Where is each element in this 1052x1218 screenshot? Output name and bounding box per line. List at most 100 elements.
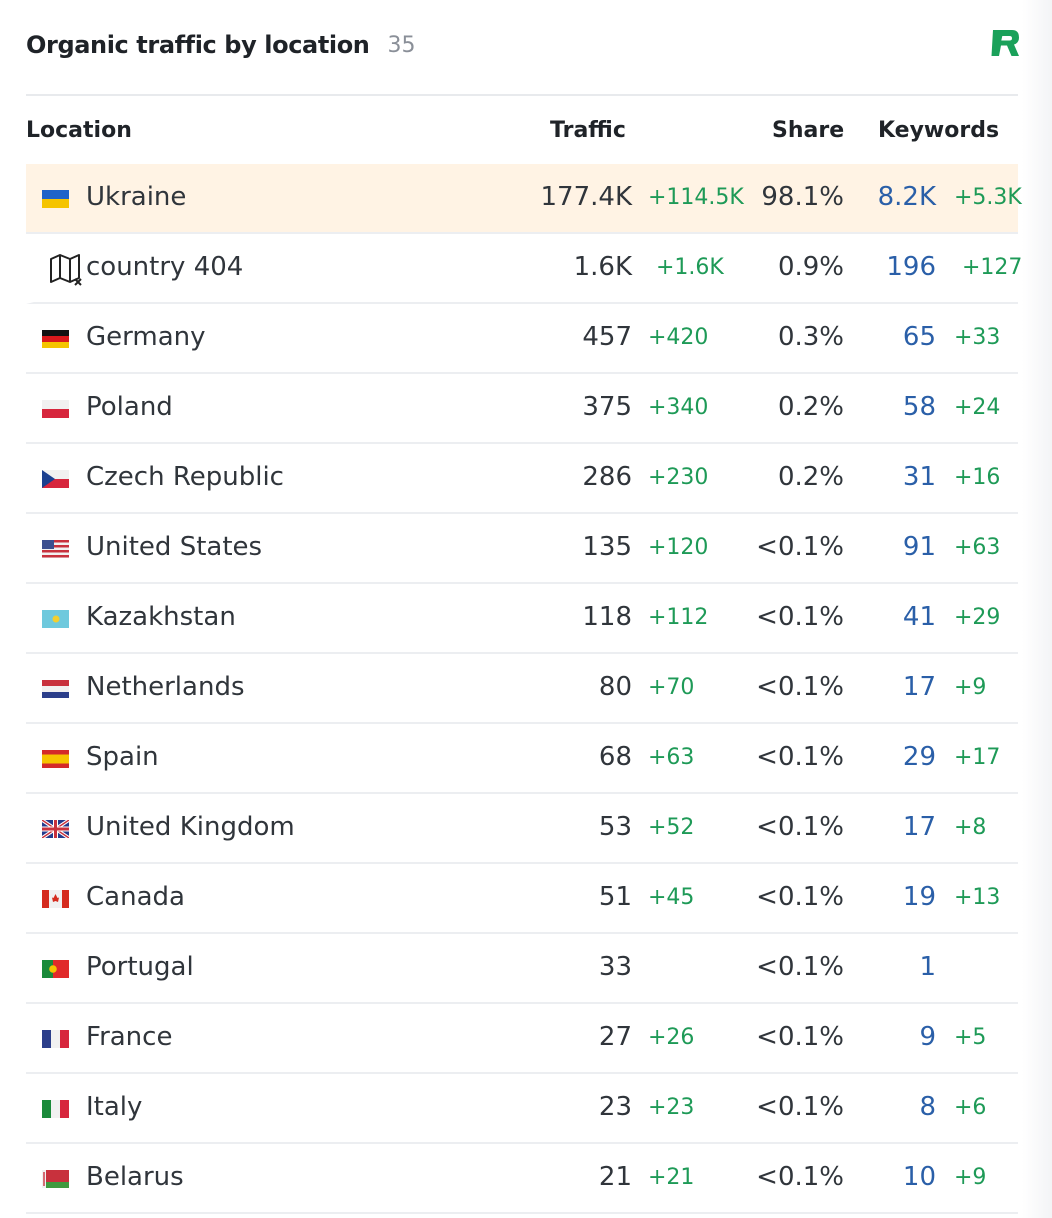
traffic-delta: +23 <box>648 1095 695 1120</box>
location-count: 35 <box>387 32 416 58</box>
by-flag-icon <box>42 1170 69 1188</box>
country-name[interactable]: France <box>86 1022 172 1052</box>
country-name[interactable]: United Kingdom <box>86 812 295 842</box>
country-name[interactable]: Italy <box>86 1092 142 1122</box>
header-divider <box>26 94 1018 96</box>
table-row[interactable]: country 404 1.6K +1.6K 0.9% 196 +127 <box>26 234 1022 304</box>
table-row[interactable]: Netherlands 80 +70 <0.1% 17 +9 <box>26 654 1018 724</box>
country-name[interactable]: Ukraine <box>86 182 186 212</box>
traffic-value: 80 <box>598 672 632 702</box>
keywords-value[interactable]: 29 <box>903 742 936 772</box>
traffic-value: 118 <box>582 602 632 632</box>
table-row[interactable]: Italy 23 +23 <0.1% 8 +6 <box>26 1074 1018 1144</box>
keywords-delta: +24 <box>954 395 1001 420</box>
table-row[interactable]: Kazakhstan 118 +112 <0.1% 41 +29 <box>26 584 1018 654</box>
share-value: <0.1% <box>756 532 844 562</box>
table-row[interactable]: Poland 375 +340 0.2% 58 +24 <box>26 374 1018 444</box>
keywords-value[interactable]: 9 <box>919 1022 936 1052</box>
table-row[interactable]: France 27 +26 <0.1% 9 +5 <box>26 1004 1018 1074</box>
keywords-value[interactable]: 196 <box>886 252 936 282</box>
keywords-delta: +5.3K <box>954 185 1022 210</box>
table-row[interactable]: Canada 51 +45 <0.1% 19 +13 <box>26 864 1018 934</box>
share-value: <0.1% <box>756 882 844 912</box>
traffic-value: 53 <box>598 812 632 842</box>
nl-flag-icon <box>42 680 69 698</box>
country-name[interactable]: Belarus <box>86 1162 184 1192</box>
country-name[interactable]: Spain <box>86 742 159 772</box>
keywords-delta: +29 <box>954 605 1001 630</box>
keywords-value[interactable]: 65 <box>903 322 936 352</box>
keywords-value[interactable]: 58 <box>903 392 936 422</box>
share-value: <0.1% <box>756 742 844 772</box>
traffic-delta: +63 <box>648 745 695 770</box>
traffic-delta: +340 <box>648 395 709 420</box>
table-row[interactable]: United States 135 +120 <0.1% 91 +63 <box>26 514 1018 584</box>
keywords-value[interactable]: 41 <box>903 602 936 632</box>
column-location[interactable]: Location <box>26 118 132 143</box>
share-value: 98.1% <box>761 182 844 212</box>
country-name[interactable]: Poland <box>86 392 173 422</box>
us-flag-icon <box>42 540 69 558</box>
country-name[interactable]: Netherlands <box>86 672 245 702</box>
traffic-delta: +21 <box>648 1165 695 1190</box>
keywords-value[interactable]: 91 <box>903 532 936 562</box>
traffic-delta: +112 <box>648 605 709 630</box>
column-share[interactable]: Share <box>772 118 844 143</box>
share-value: 0.3% <box>777 322 844 352</box>
share-value: <0.1% <box>756 672 844 702</box>
country-name[interactable]: Germany <box>86 322 206 352</box>
country-name[interactable]: United States <box>86 532 262 562</box>
keywords-delta: +33 <box>954 325 1001 350</box>
traffic-delta: +52 <box>648 815 695 840</box>
share-value: <0.1% <box>756 1162 844 1192</box>
keywords-value[interactable]: 31 <box>903 462 936 492</box>
panel-title: Organic traffic by location <box>26 31 370 59</box>
share-value: 0.2% <box>777 462 844 492</box>
traffic-value: 33 <box>598 952 632 982</box>
column-traffic[interactable]: Traffic <box>550 118 626 143</box>
keywords-value[interactable]: 10 <box>903 1162 936 1192</box>
keywords-delta: +16 <box>954 465 1001 490</box>
table-row[interactable]: Spain 68 +63 <0.1% 29 +17 <box>26 724 1018 794</box>
table-row[interactable]: Portugal 33 <0.1% 1 <box>26 934 1018 1004</box>
traffic-delta: +26 <box>648 1025 695 1050</box>
country-name[interactable]: Portugal <box>86 952 194 982</box>
scroll-edge-shade <box>1022 0 1052 1218</box>
table-row[interactable]: Ukraine 177.4K +114.5K 98.1% 8.2K +5.3K <box>26 164 1022 234</box>
table-row[interactable]: Germany 457 +420 0.3% 65 +33 <box>26 304 1018 374</box>
keywords-delta: +8 <box>954 815 987 840</box>
traffic-delta: +1.6K <box>656 255 724 280</box>
traffic-value: 135 <box>582 532 632 562</box>
traffic-value: 68 <box>598 742 632 772</box>
keywords-value[interactable]: 17 <box>903 672 936 702</box>
column-keywords[interactable]: Keywords <box>878 118 999 143</box>
ua-flag-icon <box>42 190 69 208</box>
keywords-value[interactable]: 8.2K <box>878 182 936 212</box>
keywords-delta: +63 <box>954 535 1001 560</box>
gb-flag-icon <box>42 820 69 838</box>
share-value: 0.2% <box>777 392 844 422</box>
country-name[interactable]: Kazakhstan <box>86 602 236 632</box>
keywords-delta: +127 <box>962 255 1023 280</box>
traffic-value: 375 <box>582 392 632 422</box>
traffic-value: 1.6K <box>573 252 632 282</box>
share-value: <0.1% <box>756 1092 844 1122</box>
traffic-delta: +114.5K <box>648 185 744 210</box>
keywords-delta: +9 <box>954 1165 987 1190</box>
keywords-delta: +13 <box>954 885 1001 910</box>
de-flag-icon <box>42 330 69 348</box>
keywords-value[interactable]: 17 <box>903 812 936 842</box>
keywords-delta: +17 <box>954 745 1001 770</box>
country-name[interactable]: Czech Republic <box>86 462 284 492</box>
keywords-value[interactable]: 19 <box>903 882 936 912</box>
country-name[interactable]: Canada <box>86 882 185 912</box>
table-row[interactable]: Czech Republic 286 +230 0.2% 31 +16 <box>26 444 1018 514</box>
keywords-value[interactable]: 1 <box>919 952 936 982</box>
country-name[interactable]: country 404 <box>86 252 243 282</box>
traffic-delta: +70 <box>648 675 695 700</box>
table-row[interactable]: United Kingdom 53 +52 <0.1% 17 +8 <box>26 794 1018 864</box>
keywords-value[interactable]: 8 <box>919 1092 936 1122</box>
traffic-value: 286 <box>582 462 632 492</box>
table-row[interactable]: Belarus 21 +21 <0.1% 10 +9 <box>26 1144 1018 1214</box>
traffic-delta: +45 <box>648 885 695 910</box>
